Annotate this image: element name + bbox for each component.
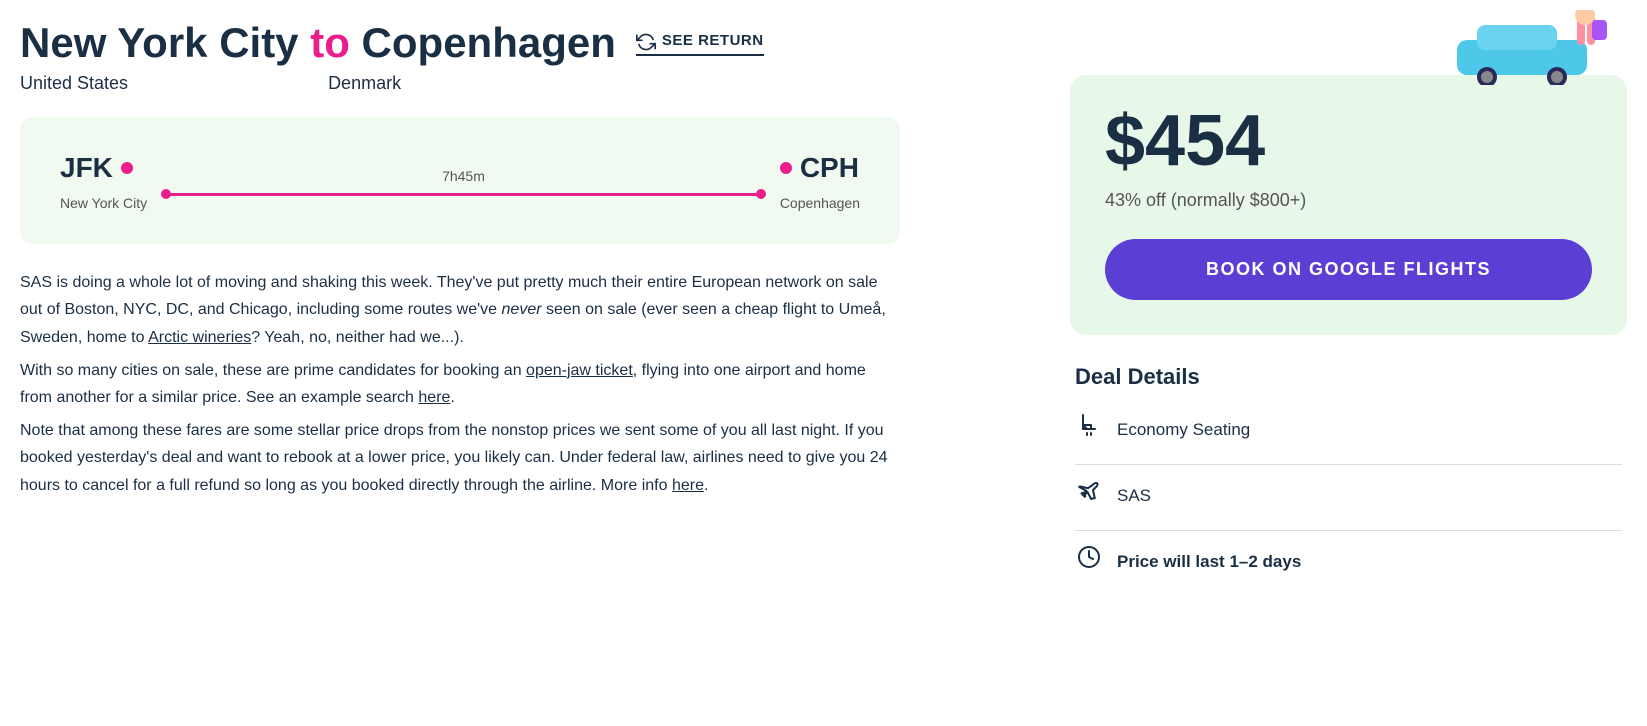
destination-airport: CPH Copenhagen [780,147,860,214]
arctic-wineries-link[interactable]: Arctic wineries [148,329,251,346]
destination-country: Denmark [328,70,401,97]
paragraph-2: With so many cities on sale, these are p… [20,357,900,411]
origin-city-title: New York City [20,19,299,66]
destination-city-title: Copenhagen [362,19,616,66]
subtitle-row: United States Denmark [20,70,1020,97]
return-icon [636,32,656,52]
more-info-here-link[interactable]: here [672,477,704,494]
origin-dot [121,162,133,174]
to-word: to [310,19,350,66]
price-duration-text: Price will last 1–2 days [1117,549,1301,575]
economy-seating-text: Economy Seating [1117,417,1250,443]
origin-code: JFK [60,147,147,189]
book-on-google-flights-button[interactable]: BOOK ON GOOGLE FLIGHTS [1105,239,1592,300]
paragraph-3: Note that among these fares are some ste… [20,417,900,499]
economy-seating-item: Economy Seating [1075,413,1622,446]
clock-icon [1075,545,1103,578]
italic-never: never [502,301,542,318]
origin-airport: JFK New York City [60,147,147,214]
price-display: $454 [1105,105,1592,177]
divider-1 [1075,464,1622,465]
main-content: New York City to Copenhagen SEE RETURN U… [0,0,1050,726]
page-title: New York City to Copenhagen [20,20,616,66]
description-section: SAS is doing a whole lot of moving and s… [20,269,900,499]
deal-details-title: Deal Details [1075,360,1622,393]
destination-dot [780,162,792,174]
see-return-link[interactable]: SEE RETURN [636,30,764,56]
destination-city: Copenhagen [780,193,860,214]
paragraph-1: SAS is doing a whole lot of moving and s… [20,269,900,351]
route-duration: 7h45m [442,166,485,187]
seat-icon [1075,413,1103,446]
title-row: New York City to Copenhagen SEE RETURN [20,20,1020,66]
discount-text: 43% off (normally $800+) [1105,187,1592,214]
airline-text: SAS [1117,483,1151,509]
sidebar: $454 43% off (normally $800+) BOOK ON GO… [1050,0,1647,726]
deal-card: $454 43% off (normally $800+) BOOK ON GO… [1070,75,1627,335]
route-line [162,193,765,196]
deal-details-section: Deal Details Economy Seating [1070,360,1627,578]
origin-city: New York City [60,193,147,214]
origin-country: United States [20,70,128,97]
destination-code: CPH [780,147,860,189]
price-duration-item: Price will last 1–2 days [1075,545,1622,578]
airline-item: SAS [1075,479,1622,512]
route-line-container: 7h45m [147,166,780,196]
top-illustration [1437,10,1627,85]
illustration-area [1070,10,1627,85]
header-section: New York City to Copenhagen SEE RETURN U… [20,20,1020,97]
plane-icon [1075,479,1103,512]
divider-2 [1075,530,1622,531]
flight-route-card: JFK New York City 7h45m CPH Copenhagen [20,117,900,244]
example-here-link[interactable]: here [418,389,450,406]
open-jaw-link[interactable]: open-jaw ticket [526,362,633,379]
